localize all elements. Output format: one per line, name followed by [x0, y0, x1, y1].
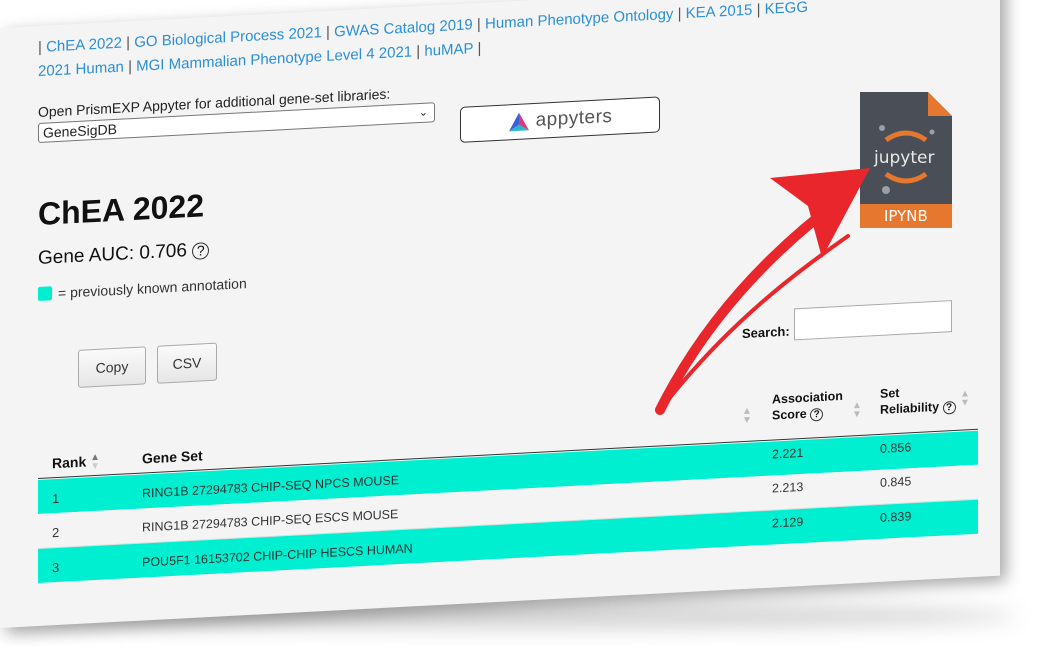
ipynb-file-icon[interactable]: jupyter IPYNB [860, 92, 954, 233]
rank-cell: 2 [52, 524, 60, 541]
rank-cell: 1 [52, 490, 60, 507]
results-page: | ChEA 2022 | GO Biological Process 2021… [0, 0, 1000, 628]
jupyter-text: jupyter [874, 148, 935, 168]
csv-button[interactable]: CSV [157, 342, 217, 384]
sort-icon: ▲ ▼ [742, 405, 752, 427]
link-gwas-catalog[interactable]: GWAS Catalog 2019 [334, 16, 473, 40]
column-header-set-reliability[interactable]: Set Reliability ? [880, 382, 956, 418]
gene-set-cell: POU5F1 16153702 CHIP-CHIP HESCS HUMAN [142, 541, 413, 570]
reliability-cell: 0.839 [880, 509, 912, 525]
legend: = previously known annotation [38, 275, 247, 302]
sort-icon: ▲ ▼ [852, 399, 862, 421]
reliability-cell: 0.845 [880, 474, 912, 490]
help-icon[interactable]: ? [942, 400, 956, 415]
copy-button[interactable]: Copy [78, 346, 146, 388]
appyters-button[interactable]: appyters [460, 96, 660, 143]
score-cell: 2.213 [772, 479, 804, 496]
link-kea-2015[interactable]: KEA 2015 [686, 2, 753, 22]
gene-auc: Gene AUC: 0.706 ? [38, 239, 210, 270]
link-chea-2022[interactable]: ChEA 2022 [46, 35, 122, 56]
help-icon[interactable]: ? [192, 242, 210, 260]
column-header-gene-set[interactable]: Gene Set [142, 447, 203, 466]
rank-cell: 3 [52, 559, 60, 576]
score-cell: 2.221 [772, 445, 804, 462]
library-select-value: GeneSigDB [43, 120, 117, 141]
column-header-association-score[interactable]: Association Score ? [772, 388, 843, 424]
rank-header-label: Rank [52, 453, 87, 472]
score-cell: 2.129 [772, 514, 804, 531]
sort-ascending-icon: ▲ ▼ [90, 452, 101, 473]
link-humap[interactable]: huMAP [424, 40, 473, 60]
gene-set-cell: RING1B 27294783 CHIP-SEQ ESCS MOUSE [142, 507, 399, 535]
link-human-phenotype-ontology[interactable]: Human Phenotype Ontology [485, 6, 673, 33]
column-header-rank[interactable]: Rank ▲ ▼ [52, 452, 101, 474]
help-icon[interactable]: ? [810, 407, 824, 422]
search-input[interactable] [794, 300, 952, 341]
library-links: | ChEA 2022 | GO Biological Process 2021… [38, 0, 808, 81]
gene-auc-text: Gene AUC: 0.706 [38, 240, 187, 270]
legend-text: = previously known annotation [58, 275, 247, 301]
known-annotation-swatch [38, 286, 52, 302]
appyters-label: appyters [535, 105, 613, 131]
search-label: Search: [742, 323, 790, 342]
page-title: ChEA 2022 [38, 187, 204, 233]
sort-icon: ▲ ▼ [960, 388, 970, 409]
chevron-down-icon: ⌄ [418, 106, 428, 120]
appyters-logo-icon [508, 112, 529, 132]
reliability-cell: 0.856 [880, 440, 912, 456]
link-go-biological-process[interactable]: GO Biological Process 2021 [134, 24, 322, 51]
ipynb-text: IPYNB [884, 207, 928, 225]
